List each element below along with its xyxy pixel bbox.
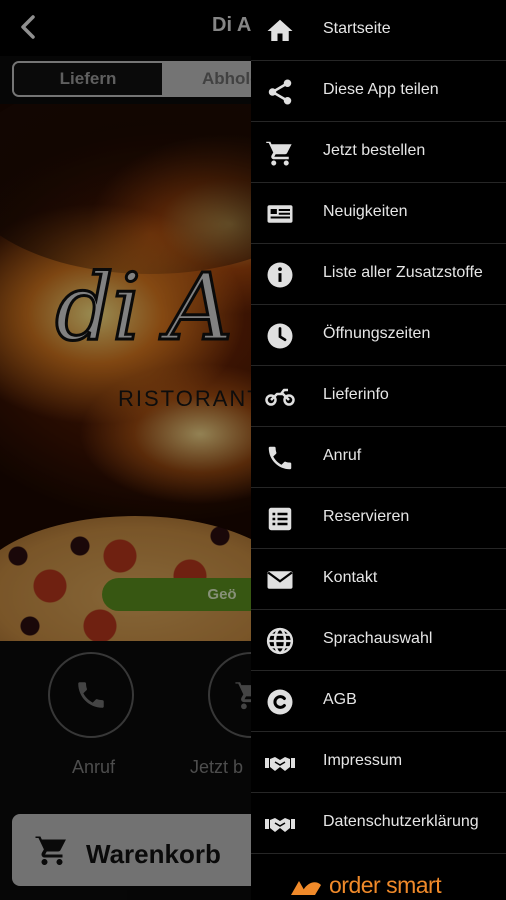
menu-label: Datenschutzerklärung (323, 813, 479, 830)
menu-label: Kontakt (323, 569, 378, 586)
brand-name: order smart (329, 872, 442, 898)
handshake-icon (265, 757, 295, 771)
newspaper-icon (267, 205, 293, 223)
motorcycle-icon (265, 388, 295, 406)
menu-item-order[interactable]: Jetzt bestellen (251, 122, 506, 183)
menu-label: Liste aller Zusatzstoffe (323, 264, 483, 281)
menu-label: Neuigkeiten (323, 203, 408, 220)
cart-icon (266, 140, 292, 166)
menu-item-opening-hours[interactable]: Öffnungszeiten (251, 305, 506, 366)
menu-item-startseite[interactable]: Startseite (251, 0, 506, 61)
menu-label: AGB (323, 691, 357, 708)
menu-item-agb[interactable]: AGB (251, 671, 506, 732)
info-icon (267, 262, 293, 288)
share-icon (268, 79, 292, 105)
order-smart-logo-icon (291, 880, 321, 895)
handshake-icon (265, 818, 295, 832)
menu-item-reserve[interactable]: Reservieren (251, 488, 506, 549)
clock-icon (267, 323, 293, 349)
order-smart-brand[interactable]: order smart (289, 872, 442, 899)
menu-label: Startseite (323, 20, 391, 37)
menu-item-additives[interactable]: Liste aller Zusatzstoffe (251, 244, 506, 305)
navigation-drawer: Startseite Diese App teilen Jetzt bestel… (251, 0, 506, 900)
globe-icon (266, 627, 294, 655)
menu-label: Sprachauswahl (323, 630, 433, 647)
menu-item-news[interactable]: Neuigkeiten (251, 183, 506, 244)
menu-item-contact[interactable]: Kontakt (251, 549, 506, 610)
menu-label: Öffnungszeiten (323, 325, 431, 342)
menu-item-delivery-info[interactable]: Lieferinfo (251, 366, 506, 427)
home-icon (267, 19, 293, 41)
menu-label: Reservieren (323, 508, 410, 525)
menu-label: Diese App teilen (323, 81, 439, 98)
menu-label: Anruf (323, 447, 362, 464)
copyright-icon (267, 689, 293, 715)
menu-item-share[interactable]: Diese App teilen (251, 61, 506, 122)
menu-label: Impressum (323, 752, 403, 769)
menu-item-privacy[interactable]: Datenschutzerklärung (251, 793, 506, 854)
phone-icon (268, 446, 292, 470)
menu-label: Jetzt bestellen (323, 142, 426, 159)
menu-item-language[interactable]: Sprachauswahl (251, 610, 506, 671)
menu-item-call[interactable]: Anruf (251, 427, 506, 488)
menu-label: Lieferinfo (323, 386, 389, 403)
list-icon (268, 507, 292, 531)
envelope-icon (267, 571, 293, 589)
menu-item-imprint[interactable]: Impressum (251, 732, 506, 793)
